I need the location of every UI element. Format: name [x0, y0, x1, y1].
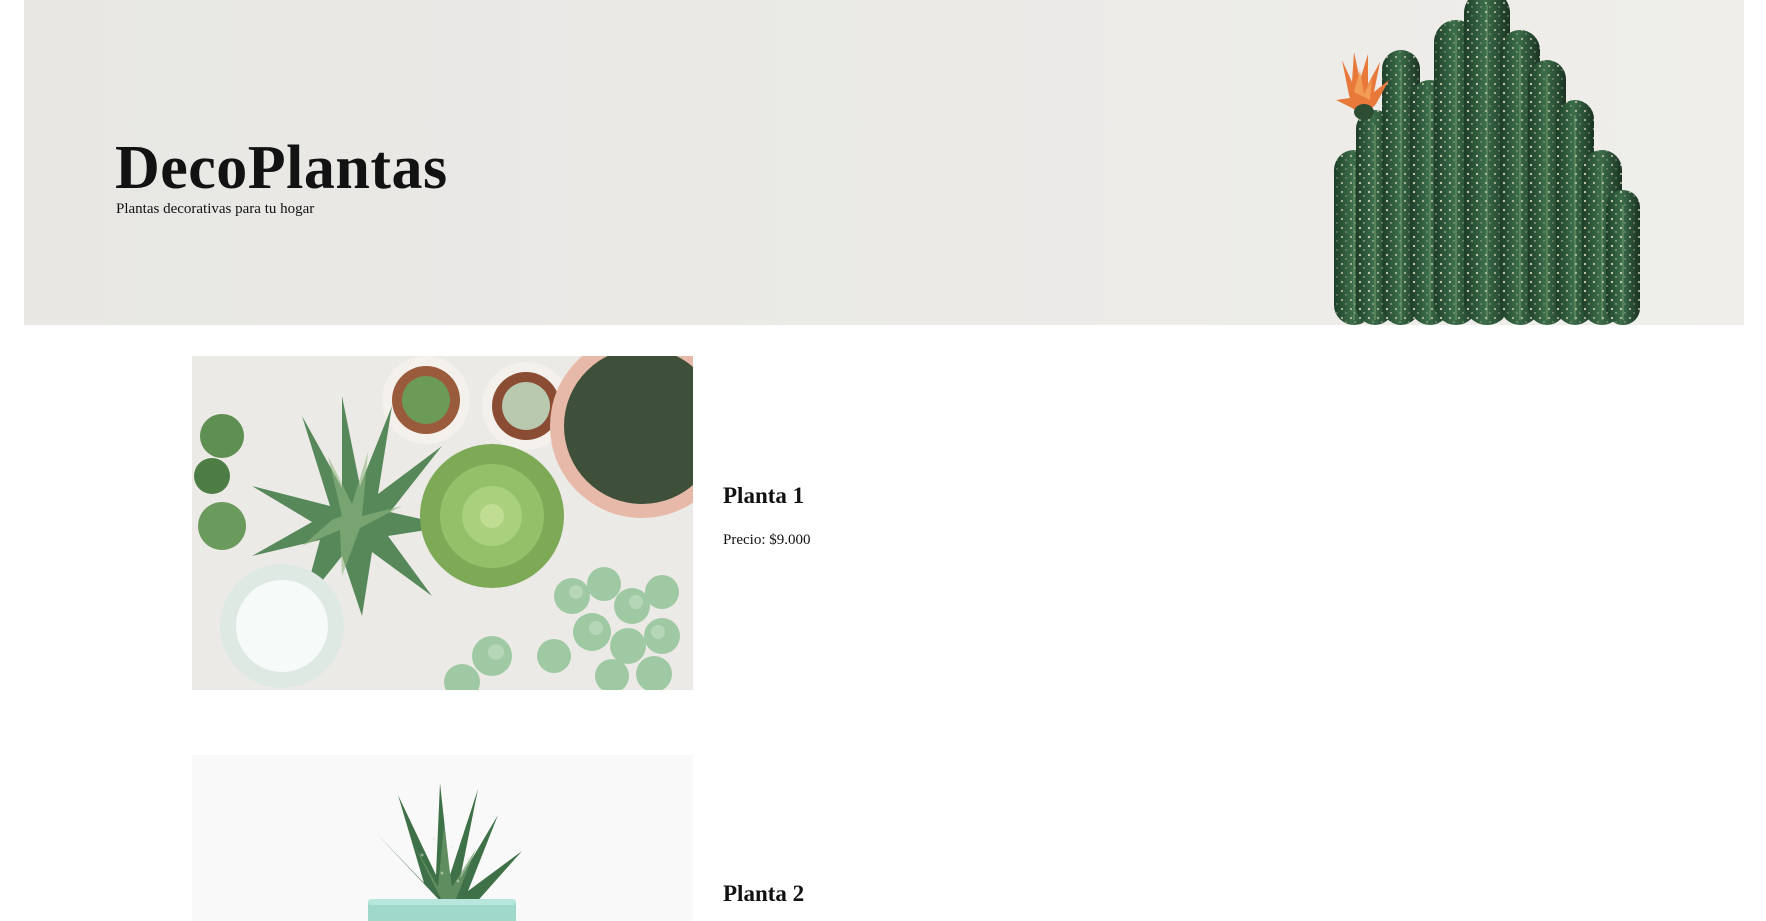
cactus-image: [1334, 0, 1640, 325]
product-name-1: Planta 1: [723, 483, 805, 508]
product-image-1: [192, 356, 693, 690]
site-subtitle: Plantas decorativas para tu hogar: [116, 201, 315, 217]
product-price-1: Precio: $9.000: [723, 532, 811, 548]
product-image-2: [192, 755, 693, 921]
site-title: DecoPlantas: [115, 134, 448, 202]
hero-banner: DecoPlantas Plantas decorativas para tu …: [24, 0, 1744, 325]
product-name-2: Planta 2: [723, 881, 805, 906]
